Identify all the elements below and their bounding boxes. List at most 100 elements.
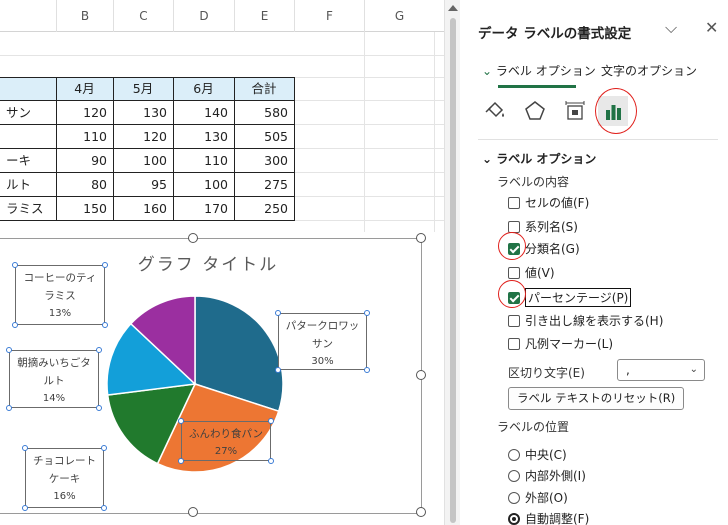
checkbox[interactable] xyxy=(508,314,520,327)
chart-resize-handle[interactable] xyxy=(416,370,426,380)
radio[interactable] xyxy=(508,448,520,461)
column-header-b[interactable]: B xyxy=(56,0,113,32)
chevron-down-icon[interactable]: ⌵ xyxy=(665,18,677,38)
checkbox[interactable] xyxy=(508,196,520,209)
tab-label-options[interactable]: ⌄ ラベル オプション xyxy=(482,62,596,79)
table-cell[interactable]: 580 xyxy=(234,101,294,124)
column-header-g[interactable]: G xyxy=(364,0,434,32)
vertical-scrollbar[interactable] xyxy=(444,0,460,525)
label-handle[interactable] xyxy=(96,405,102,411)
scroll-up-icon[interactable] xyxy=(448,5,458,11)
label-handle[interactable] xyxy=(364,310,370,316)
table-header-total[interactable]: 合計 xyxy=(234,77,294,100)
table-cell[interactable]: 130 xyxy=(113,101,173,124)
table-cell[interactable]: 110 xyxy=(56,125,113,148)
table-cell[interactable]: 110 xyxy=(173,149,234,172)
label-handle[interactable] xyxy=(12,262,18,268)
label-handle[interactable] xyxy=(96,347,102,353)
column-header-f[interactable]: F xyxy=(294,0,364,32)
data-label-croissant[interactable]: パタークロワッ サン 30% xyxy=(278,313,367,370)
radio[interactable] xyxy=(508,491,520,504)
position-outside-end[interactable]: 外部(O) xyxy=(508,489,568,506)
close-icon[interactable]: ✕ xyxy=(705,18,718,37)
table-header-june[interactable]: 6月 xyxy=(173,77,234,100)
table-cell[interactable]: 120 xyxy=(113,125,173,148)
label-handle[interactable] xyxy=(364,367,370,373)
label-handle[interactable] xyxy=(6,405,12,411)
option-legend-key[interactable]: 凡例マーカー(L) xyxy=(508,335,613,352)
table-cell[interactable]: 90 xyxy=(56,149,113,172)
option-value[interactable]: 値(V) xyxy=(508,264,555,281)
label-handle[interactable] xyxy=(101,505,107,511)
size-properties-icon[interactable] xyxy=(560,96,590,126)
fill-line-icon[interactable] xyxy=(480,96,510,126)
tab-text-options[interactable]: 文字のオプション xyxy=(601,62,697,79)
table-cell[interactable]: 140 xyxy=(173,101,234,124)
table-header-may[interactable]: 5月 xyxy=(113,77,173,100)
table-header-april[interactable]: 4月 xyxy=(56,77,113,100)
label-handle[interactable] xyxy=(178,458,184,464)
data-label-bread[interactable]: ふんわり食パン 27% xyxy=(181,421,271,461)
row-label[interactable] xyxy=(0,125,56,148)
label-handle[interactable] xyxy=(22,445,28,451)
column-header-a[interactable] xyxy=(0,0,56,32)
label-handle[interactable] xyxy=(101,445,107,451)
row-label[interactable]: ルト xyxy=(0,173,56,196)
table-cell[interactable]: 160 xyxy=(113,197,173,220)
option-leader-lines[interactable]: 引き出し線を表示する(H) xyxy=(508,312,663,329)
radio[interactable] xyxy=(508,469,520,482)
label-handle[interactable] xyxy=(268,458,274,464)
option-percentage[interactable]: パーセンテージ(P) xyxy=(508,288,632,307)
label-handle[interactable] xyxy=(275,367,281,373)
table-cell[interactable]: 130 xyxy=(173,125,234,148)
option-series-name[interactable]: 系列名(S) xyxy=(508,218,578,235)
table-cell[interactable]: 95 xyxy=(113,173,173,196)
column-header-e[interactable]: E xyxy=(234,0,294,32)
label-handle[interactable] xyxy=(6,347,12,353)
reset-label-text-button[interactable]: ラベル テキストのリセット(R) xyxy=(508,387,685,410)
label-handle[interactable] xyxy=(275,310,281,316)
chart-resize-handle[interactable] xyxy=(416,233,426,243)
option-cell-value[interactable]: セルの値(F) xyxy=(508,194,589,211)
scroll-thumb[interactable] xyxy=(450,18,456,523)
label-handle[interactable] xyxy=(268,418,274,424)
data-label-cake[interactable]: チョコレート ケーキ 16% xyxy=(25,448,104,508)
label-handle[interactable] xyxy=(22,505,28,511)
label-handle[interactable] xyxy=(102,322,108,328)
position-center[interactable]: 中央(C) xyxy=(508,446,567,463)
chart-resize-handle[interactable] xyxy=(416,507,426,517)
data-label-tart[interactable]: 朝摘みいちごタ ルト 14% xyxy=(9,350,99,408)
chart-resize-handle[interactable] xyxy=(188,233,198,243)
column-header-c[interactable]: C xyxy=(113,0,173,32)
data-label-tiramisu[interactable]: コーヒーのティ ラミス 13% xyxy=(15,265,105,325)
label-handle[interactable] xyxy=(102,262,108,268)
table-cell[interactable]: 300 xyxy=(234,149,294,172)
table-cell[interactable]: 120 xyxy=(56,101,113,124)
checkbox[interactable] xyxy=(508,220,520,233)
row-label[interactable]: ーキ xyxy=(0,149,56,172)
table-cell[interactable]: 505 xyxy=(234,125,294,148)
label-handle[interactable] xyxy=(12,322,18,328)
table-header-blank[interactable] xyxy=(0,77,56,100)
table-cell[interactable]: 100 xyxy=(113,149,173,172)
table-cell[interactable]: 100 xyxy=(173,173,234,196)
separator-dropdown[interactable]: , ⌄ xyxy=(617,359,705,381)
section-label-options[interactable]: ⌄ ラベル オプション xyxy=(482,150,596,167)
label-handle[interactable] xyxy=(178,418,184,424)
table-cell[interactable]: 150 xyxy=(56,197,113,220)
position-inside-end[interactable]: 内部外側(I) xyxy=(508,467,586,484)
pie-chart[interactable]: グラフ タイトル コーヒーのティ ラミス 13% パタークロワッ サン 30% … xyxy=(0,233,426,517)
table-cell[interactable]: 275 xyxy=(234,173,294,196)
position-best-fit[interactable]: 自動調整(F) xyxy=(508,510,589,525)
column-header-d[interactable]: D xyxy=(173,0,234,32)
chart-resize-handle[interactable] xyxy=(188,507,198,517)
row-label[interactable]: ラミス xyxy=(0,197,56,220)
table-cell[interactable]: 250 xyxy=(234,197,294,220)
checkbox[interactable] xyxy=(508,337,520,350)
table-cell[interactable]: 170 xyxy=(173,197,234,220)
row-label[interactable]: サン xyxy=(0,101,56,124)
checkbox[interactable] xyxy=(508,266,520,279)
effects-icon[interactable] xyxy=(520,96,550,126)
table-cell[interactable]: 80 xyxy=(56,173,113,196)
radio-selected[interactable] xyxy=(508,512,520,525)
